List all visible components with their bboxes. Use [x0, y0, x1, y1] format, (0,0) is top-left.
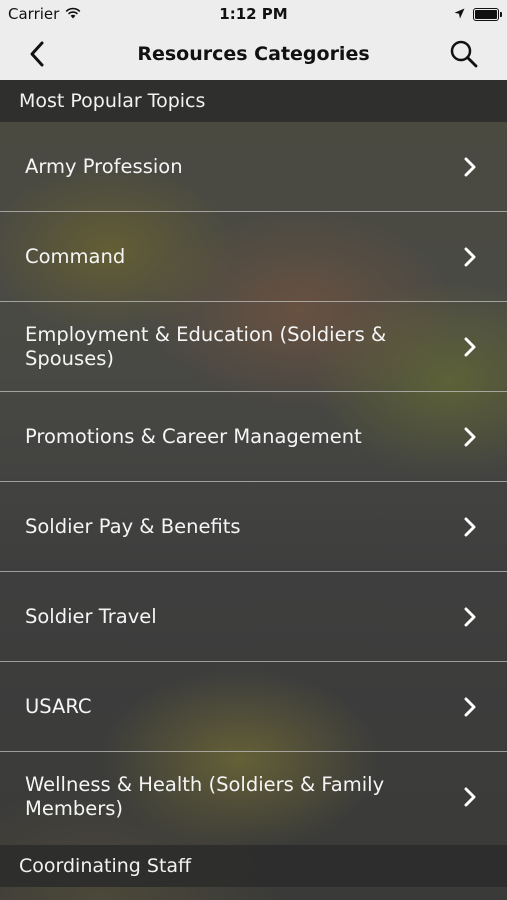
section-header-most-popular: Most Popular Topics	[0, 80, 507, 122]
list-item[interactable]: USARC	[0, 662, 507, 752]
battery-icon	[473, 7, 502, 21]
list-item[interactable]: Soldier Travel	[0, 572, 507, 662]
list-item[interactable]: Soldier Pay & Benefits	[0, 482, 507, 572]
list-item-label: Wellness & Health (Soldiers & Family Mem…	[25, 772, 385, 820]
chevron-right-icon	[464, 607, 476, 626]
status-time: 1:12 PM	[219, 5, 288, 23]
chevron-right-icon	[464, 517, 476, 536]
search-icon	[450, 40, 478, 68]
list-item-label: Employment & Education (Soldiers & Spous…	[25, 322, 387, 370]
list-item[interactable]: Command	[0, 212, 507, 302]
list-item-label: Soldier Travel	[25, 604, 157, 628]
back-button[interactable]	[26, 40, 50, 68]
list-item[interactable]: Promotions & Career Management	[0, 392, 507, 482]
chevron-right-icon	[464, 427, 476, 446]
navigation-bar: Resources Categories	[0, 28, 507, 80]
topics-list: Army Profession Command Employment & Edu…	[0, 122, 507, 841]
chevron-right-icon	[464, 787, 476, 806]
list-item-label: USARC	[25, 694, 92, 718]
list-item[interactable]: Army Profession	[0, 122, 507, 212]
list-item[interactable]: Employment & Education (Soldiers & Spous…	[0, 302, 507, 392]
chevron-right-icon	[464, 697, 476, 716]
chevron-right-icon	[464, 157, 476, 176]
list-item-label: Army Profession	[25, 154, 183, 178]
list-item-label: Promotions & Career Management	[25, 424, 362, 448]
chevron-right-icon	[464, 337, 476, 356]
status-bar: Carrier 1:12 PM	[0, 0, 507, 28]
list-item-label: Soldier Pay & Benefits	[25, 514, 241, 538]
list-item[interactable]: Wellness & Health (Soldiers & Family Mem…	[0, 752, 507, 841]
chevron-left-icon	[30, 41, 44, 67]
list-item-label: Command	[25, 244, 126, 268]
search-button[interactable]	[449, 39, 479, 69]
page-title: Resources Categories	[137, 43, 370, 65]
section-header-coordinating-staff: Coordinating Staff	[0, 845, 507, 887]
chevron-right-icon	[464, 247, 476, 266]
